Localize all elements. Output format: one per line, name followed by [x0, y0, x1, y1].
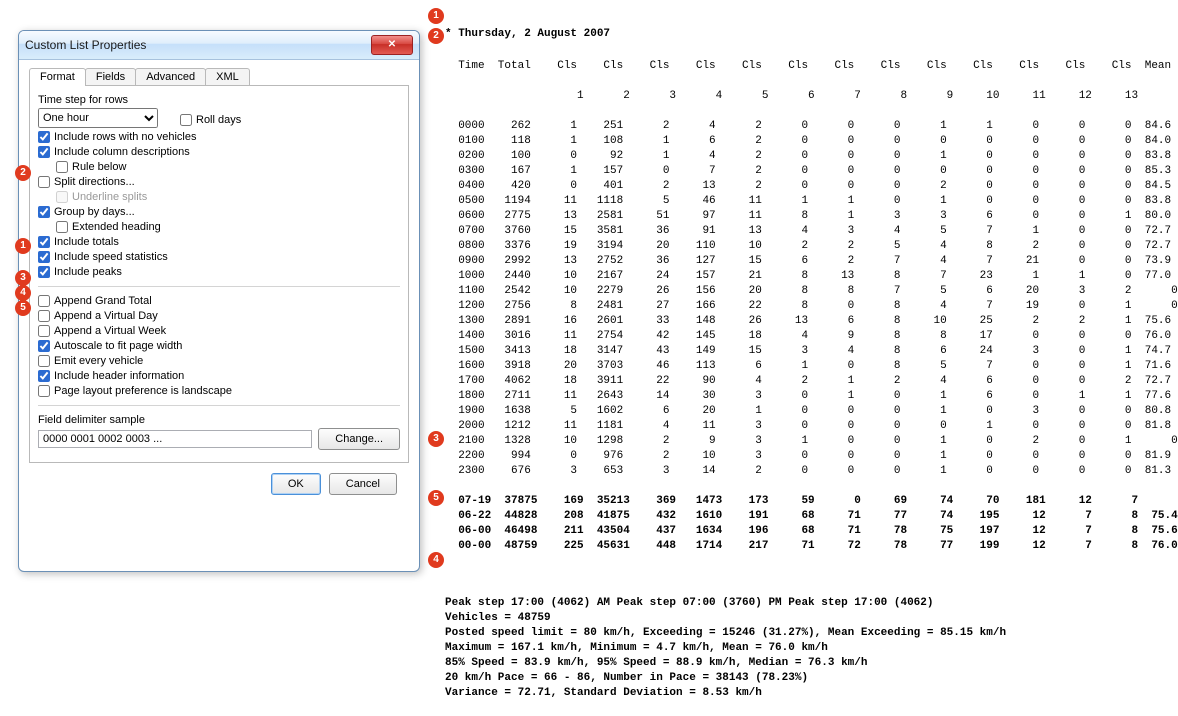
report-header-2: 1 2 3 4 5 6 7 8 9 10 11 12 13 85: [445, 89, 1165, 104]
include-totals-checkbox[interactable]: [38, 236, 50, 248]
close-button[interactable]: ✕: [371, 35, 413, 55]
report-stats-host: Peak step 17:00 (4062) AM Peak step 07:0…: [445, 596, 1165, 701]
table-row: 1200 2756 8 2481 27 166 22 8 0 8 4 7 19 …: [445, 299, 1165, 314]
append-grand-total-checkbox[interactable]: [38, 295, 50, 307]
annotation-marker-2: 2: [428, 28, 444, 44]
table-row: 1100 2542 10 2279 26 156 20 8 8 7 5 6 20…: [445, 284, 1165, 299]
report-totals-host: 07-19 37875 169 35213 369 1473 173 59 0 …: [445, 494, 1165, 554]
stats-line: Posted speed limit = 80 km/h, Exceeding …: [445, 626, 1165, 641]
rule-below-checkbox[interactable]: [56, 161, 68, 173]
table-row: 1400 3016 11 2754 42 145 18 4 9 8 8 17 0…: [445, 329, 1165, 344]
table-row: 0300 167 1 157 0 7 2 0 0 0 0 0 0 0 0 85.…: [445, 164, 1165, 179]
include-header-info-checkbox[interactable]: [38, 370, 50, 382]
table-row: 0400 420 0 401 2 13 2 0 0 0 2 0 0 0 0 84…: [445, 179, 1165, 194]
table-row: 1600 3918 20 3703 46 113 6 1 0 8 5 7 0 0…: [445, 359, 1165, 374]
titlebar[interactable]: Custom List Properties ✕: [19, 31, 419, 60]
annotation-marker-4-left: 4: [15, 285, 31, 301]
separator-2: [38, 405, 400, 406]
time-step-select[interactable]: One hour: [38, 108, 158, 128]
table-row: 1800 2711 11 2643 14 30 3 0 1 0 1 6 0 1 …: [445, 389, 1165, 404]
stats-line: 20 km/h Pace = 66 - 86, Number in Pace =…: [445, 671, 1165, 686]
close-icon: ✕: [388, 40, 396, 50]
roll-days-checkbox[interactable]: [180, 114, 192, 126]
table-row: 0000 262 1 251 2 4 2 0 0 0 1 1 0 0 0 84.…: [445, 119, 1165, 134]
cancel-button[interactable]: Cancel: [329, 473, 397, 495]
dialog-buttons: OK Cancel: [29, 473, 397, 495]
dialog-title: Custom List Properties: [25, 38, 371, 52]
table-row: 1900 1638 5 1602 6 20 1 0 0 0 1 0 3 0 0 …: [445, 404, 1165, 419]
report-header-1: Time Total Cls Cls Cls Cls Cls Cls Cls C…: [445, 59, 1165, 74]
annotation-marker-3-right: 3: [428, 431, 444, 447]
stats-line: 85% Speed = 83.9 km/h, 95% Speed = 88.9 …: [445, 656, 1165, 671]
annotation-marker-5-right: 5: [428, 490, 444, 506]
autoscale-checkbox[interactable]: [38, 340, 50, 352]
underline-splits-checkbox: [56, 191, 68, 203]
time-step-label: Time step for rows: [38, 94, 400, 106]
include-peaks-checkbox[interactable]: [38, 266, 50, 278]
tab-advanced[interactable]: Advanced: [135, 68, 206, 85]
tab-xml[interactable]: XML: [205, 68, 250, 85]
field-delimiter-sample-label: Field delimiter sample: [38, 414, 400, 426]
append-virtual-week-checkbox[interactable]: [38, 325, 50, 337]
include-column-desc-checkbox[interactable]: [38, 146, 50, 158]
include-rows-no-vehicles-checkbox[interactable]: [38, 131, 50, 143]
split-directions-checkbox[interactable]: [38, 176, 50, 188]
stats-line: Peak step 17:00 (4062) AM Peak step 07:0…: [445, 596, 1165, 611]
table-row: 1500 3413 18 3147 43 149 15 3 4 8 6 24 3…: [445, 344, 1165, 359]
table-row: 2000 1212 11 1181 4 11 3 0 0 0 0 1 0 0 0…: [445, 419, 1165, 434]
report-output: * Thursday, 2 August 2007 Time Total Cls…: [445, 12, 1165, 716]
emit-every-vehicle-checkbox[interactable]: [38, 355, 50, 367]
tabstrip: Format Fields Advanced XML: [29, 68, 409, 86]
append-virtual-day-checkbox[interactable]: [38, 310, 50, 322]
dialog-body: Format Fields Advanced XML Time step for…: [19, 60, 419, 519]
table-row: 0800 3376 19 3194 20 110 10 2 2 5 4 8 2 …: [445, 239, 1165, 254]
separator: [38, 286, 400, 287]
table-row: 1000 2440 10 2167 24 157 21 8 13 8 7 23 …: [445, 269, 1165, 284]
change-button[interactable]: Change...: [318, 428, 400, 450]
tab-format[interactable]: Format: [29, 68, 86, 86]
table-row: 0200 100 0 92 1 4 2 0 0 0 1 0 0 0 0 83.8…: [445, 149, 1165, 164]
format-pane: Time step for rows One hour Roll days In…: [29, 86, 409, 463]
totals-row: 06-22 44828 208 41875 432 1610 191 68 71…: [445, 509, 1165, 524]
annotation-marker-3-left: 3: [15, 270, 31, 286]
extended-heading-checkbox[interactable]: [56, 221, 68, 233]
custom-list-properties-dialog: Custom List Properties ✕ Format Fields A…: [18, 30, 420, 572]
annotation-marker-4-right: 4: [428, 552, 444, 568]
stats-line: Variance = 72.71, Standard Deviation = 8…: [445, 686, 1165, 701]
table-row: 0700 3760 15 3581 36 91 13 4 3 4 5 7 1 0…: [445, 224, 1165, 239]
totals-row: 00-00 48759 225 45631 448 1714 217 71 72…: [445, 539, 1165, 554]
totals-row: 06-00 46498 211 43504 437 1634 196 68 71…: [445, 524, 1165, 539]
table-row: 2100 1328 10 1298 2 9 3 1 0 0 1 0 2 0 1 …: [445, 434, 1165, 449]
table-row: 2200 994 0 976 2 10 3 0 0 0 1 0 0 0 0 81…: [445, 449, 1165, 464]
roll-days-label: Roll days: [196, 114, 241, 126]
annotation-marker-1: 1: [428, 8, 444, 24]
table-row: 0600 2775 13 2581 51 97 11 8 1 3 3 6 0 0…: [445, 209, 1165, 224]
field-delimiter-sample-input[interactable]: [38, 430, 312, 448]
stats-line: Maximum = 167.1 km/h, Minimum = 4.7 km/h…: [445, 641, 1165, 656]
table-row: 0500 1194 11 1118 5 46 11 1 1 0 1 0 0 0 …: [445, 194, 1165, 209]
group-by-days-checkbox[interactable]: [38, 206, 50, 218]
page-landscape-checkbox[interactable]: [38, 385, 50, 397]
tab-fields[interactable]: Fields: [85, 68, 136, 85]
table-row: 0900 2992 13 2752 36 127 15 6 2 7 4 7 21…: [445, 254, 1165, 269]
totals-row: 07-19 37875 169 35213 369 1473 173 59 0 …: [445, 494, 1165, 509]
table-row: 0100 118 1 108 1 6 2 0 0 0 0 0 0 0 0 84.…: [445, 134, 1165, 149]
table-row: 1300 2891 16 2601 33 148 26 13 6 8 10 25…: [445, 314, 1165, 329]
annotation-marker-5-left: 5: [15, 300, 31, 316]
ok-button[interactable]: OK: [271, 473, 321, 495]
include-speed-checkbox[interactable]: [38, 251, 50, 263]
stats-line: Vehicles = 48759: [445, 611, 1165, 626]
annotation-marker-2-left: 2: [15, 165, 31, 181]
table-row: 1700 4062 18 3911 22 90 4 2 1 2 4 6 0 0 …: [445, 374, 1165, 389]
annotation-marker-1-left: 1: [15, 238, 31, 254]
report-heading: * Thursday, 2 August 2007: [445, 27, 1165, 42]
table-row: 2300 676 3 653 3 14 2 0 0 0 1 0 0 0 0 81…: [445, 464, 1165, 479]
report-rows-host: 0000 262 1 251 2 4 2 0 0 0 1 1 0 0 0 84.…: [445, 119, 1165, 479]
